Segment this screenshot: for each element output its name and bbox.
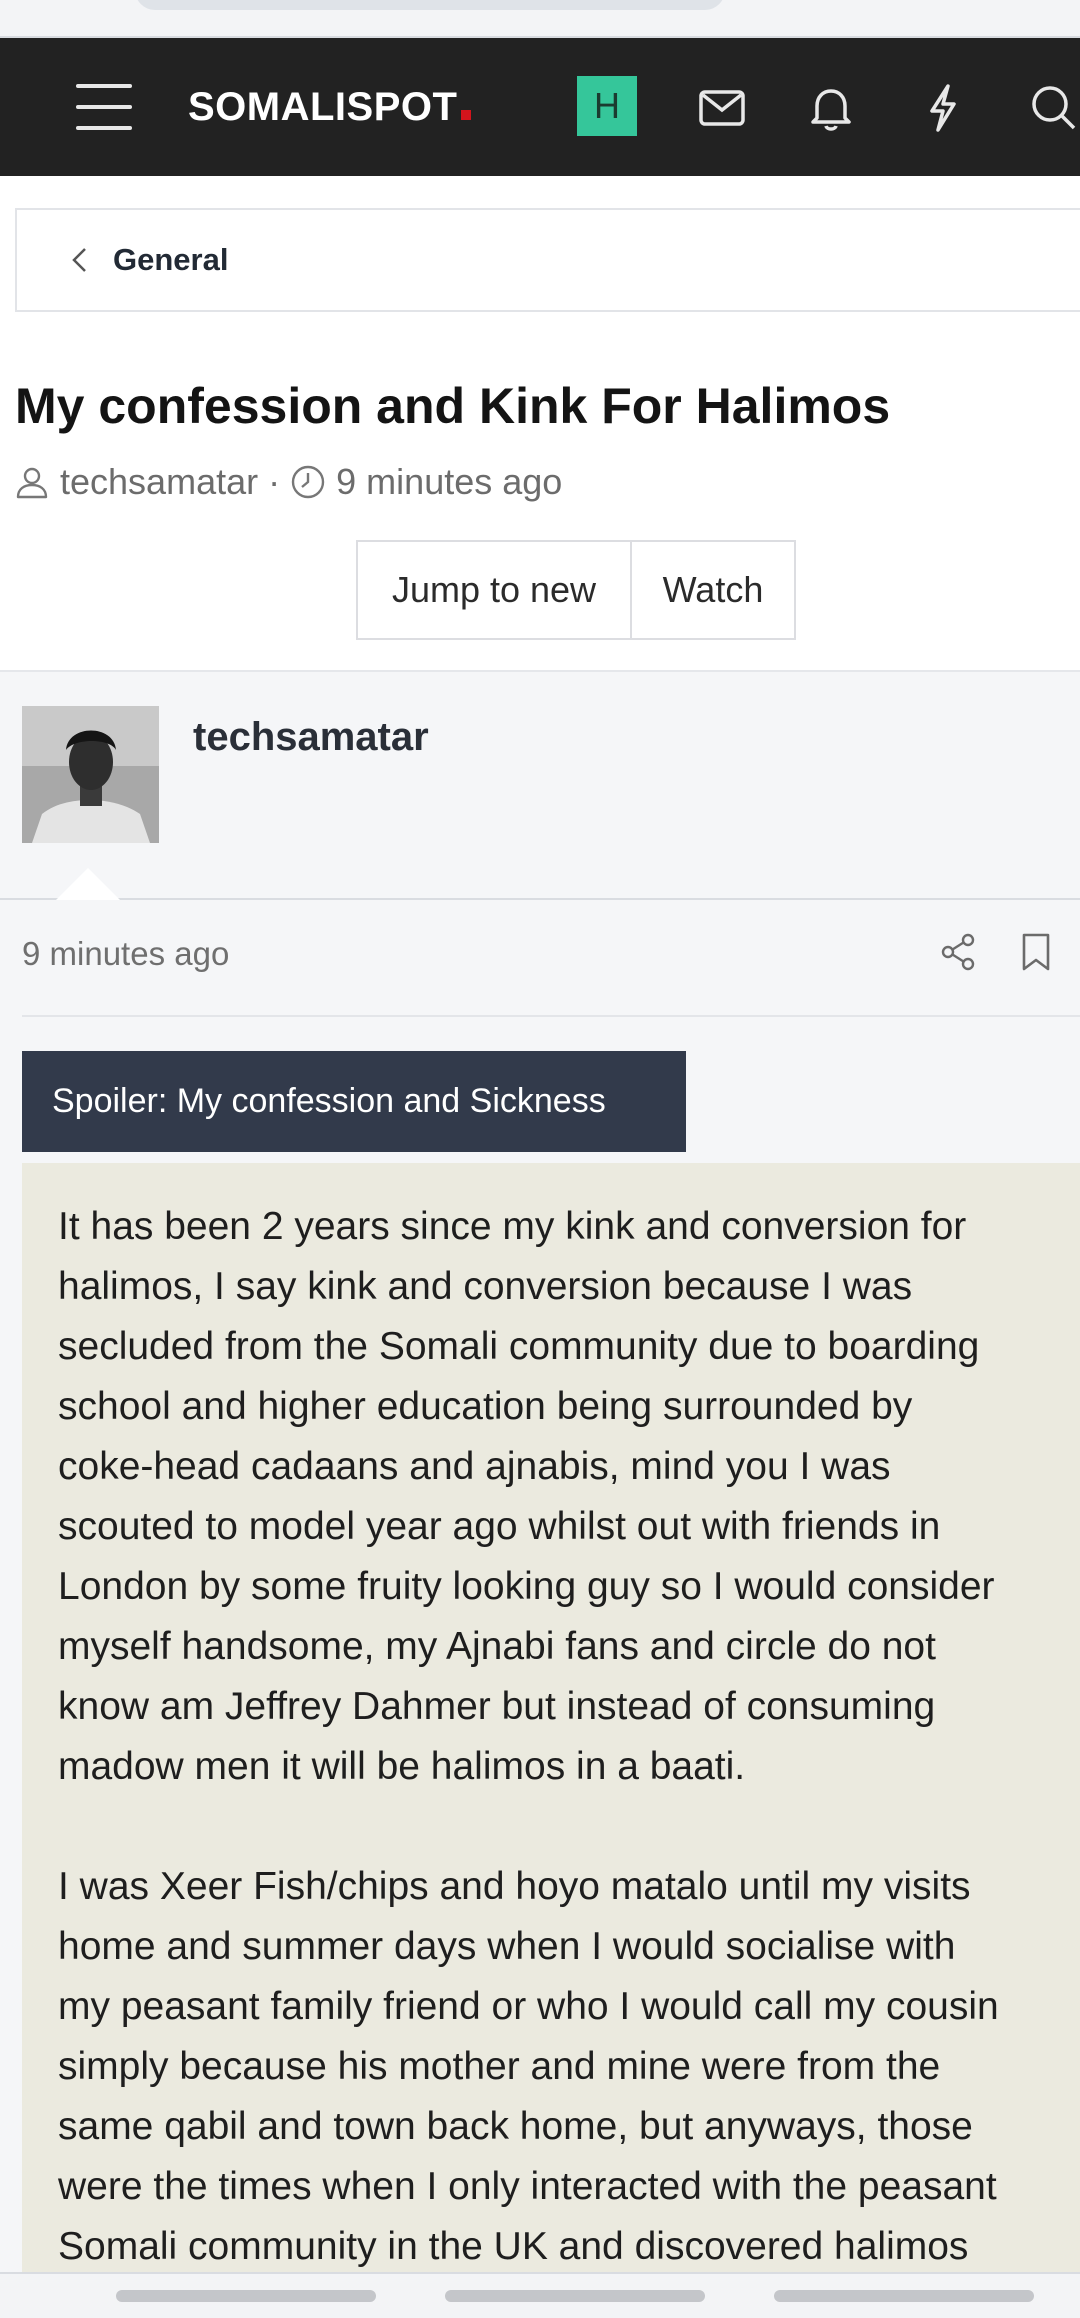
inbox-icon[interactable] — [694, 80, 750, 136]
clock-icon — [291, 465, 325, 499]
lightning-icon[interactable] — [915, 80, 971, 136]
menu-icon[interactable] — [76, 82, 132, 132]
chevron-left-icon — [72, 248, 86, 272]
thread-title: My confession and Kink For Halimos — [15, 378, 891, 434]
post-paragraph-2: I was Xeer Fish/chips and hoyo matalo un… — [58, 1865, 999, 2268]
post-username[interactable]: techsamatar — [193, 712, 429, 762]
address-bar[interactable] — [135, 0, 725, 10]
user-icon — [16, 467, 48, 499]
share-icon[interactable] — [936, 930, 980, 974]
user-avatar-badge[interactable]: H — [577, 76, 637, 136]
avatar[interactable] — [22, 706, 159, 843]
message-pointer — [56, 868, 120, 900]
meta-separator: · — [268, 461, 281, 502]
watch-button[interactable]: Watch — [630, 540, 796, 640]
search-icon[interactable] — [1026, 80, 1080, 136]
jump-to-new-button[interactable]: Jump to new — [356, 540, 632, 640]
post-divider — [22, 1015, 1080, 1017]
scroll-indicator — [116, 2290, 376, 2302]
breadcrumb-label[interactable]: General — [113, 240, 228, 280]
thread-meta: techsamatar · 9 minutes ago — [14, 458, 562, 506]
post-user-header — [0, 670, 1080, 900]
post-paragraph-1: It has been 2 years since my kink and co… — [58, 1205, 995, 1788]
thread-time[interactable]: 9 minutes ago — [336, 461, 562, 502]
post-time[interactable]: 9 minutes ago — [22, 932, 229, 976]
breadcrumb[interactable]: General — [15, 208, 1080, 312]
thread-author[interactable]: techsamatar — [60, 461, 258, 502]
site-navbar: SOMALISPOT H — [0, 38, 1080, 176]
site-logo[interactable]: SOMALISPOT — [188, 82, 472, 132]
bookmark-icon[interactable] — [1014, 930, 1058, 974]
scroll-indicator — [774, 2290, 1034, 2302]
bell-icon[interactable] — [803, 80, 859, 136]
browser-top-strip — [0, 0, 1080, 38]
spoiler-content: It has been 2 years since my kink and co… — [22, 1163, 1080, 2273]
scroll-indicator — [445, 2290, 705, 2302]
spoiler-toggle-button[interactable]: Spoiler: My confession and Sickness — [22, 1051, 686, 1152]
bottom-scroll-bar — [0, 2272, 1080, 2318]
